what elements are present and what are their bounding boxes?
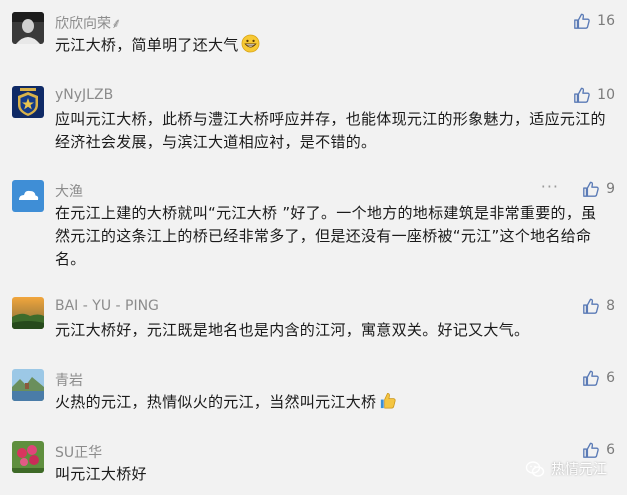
like-count: 9	[606, 181, 615, 197]
watermark: 热情元江	[525, 459, 607, 479]
commenter-name[interactable]: BAI - YU - PING	[55, 298, 159, 314]
avatar[interactable]	[12, 180, 44, 212]
thumb-like-icon	[574, 13, 590, 29]
commenter-name[interactable]: 青岩	[55, 370, 83, 390]
comment-text-content: 火热的元江，热情似火的元江，当然叫元江大桥	[55, 393, 377, 411]
thumb-like-icon	[583, 298, 599, 314]
like-count: 10	[597, 87, 615, 103]
like-button[interactable]: 9	[582, 180, 615, 198]
like-button[interactable]: 8	[582, 297, 615, 315]
avatar[interactable]	[12, 369, 44, 401]
like-count: 6	[606, 442, 615, 458]
comment-text: 应叫元江大桥，此桥与澧江大桥呼应并存，也能体现元江的形象魅力，适应元江的经济社会…	[55, 110, 606, 151]
comment-text-content: 元江大桥，简单明了还大气	[55, 36, 239, 54]
commenter-name[interactable]: SU正华	[55, 442, 102, 462]
like-button[interactable]: 6	[582, 441, 615, 459]
thumb-like-icon	[583, 442, 599, 458]
like-count: 8	[606, 298, 615, 314]
more-options-button[interactable]: ···	[541, 179, 559, 195]
thumbs-up-icon	[381, 392, 396, 409]
thumb-like-icon	[574, 87, 590, 103]
comment-text: 元江大桥好，元江既是地名也是内含的江河，寓意双关。好记又大气。	[55, 321, 530, 339]
avatar[interactable]	[12, 441, 44, 473]
comment-text: 元江大桥，简单明了还大气	[55, 34, 610, 57]
avatar[interactable]	[12, 297, 44, 329]
comment-text: 在元江上建的大桥就叫“元江大桥 ”好了。一个地方的地标建筑是非常重要的，虽然元江…	[55, 204, 597, 268]
like-count: 16	[597, 13, 615, 29]
wechat-icon	[525, 461, 545, 477]
commenter-name[interactable]: 欣欣向荣⸙	[55, 13, 122, 33]
like-count: 6	[606, 370, 615, 386]
avatar[interactable]	[12, 12, 44, 44]
thumb-like-icon	[583, 370, 599, 386]
grinning-face-icon	[241, 34, 260, 53]
watermark-text: 热情元江	[551, 462, 607, 478]
comment-text: 火热的元江，热情似火的元江，当然叫元江大桥	[55, 391, 610, 414]
thumb-like-icon	[583, 181, 599, 197]
like-button[interactable]: 16	[573, 12, 615, 30]
commenter-name[interactable]: yNyJLZB	[55, 87, 113, 103]
avatar[interactable]	[12, 86, 44, 118]
like-button[interactable]: 6	[582, 369, 615, 387]
like-button[interactable]: 10	[573, 86, 615, 104]
commenter-name[interactable]: 大渔	[55, 181, 83, 201]
